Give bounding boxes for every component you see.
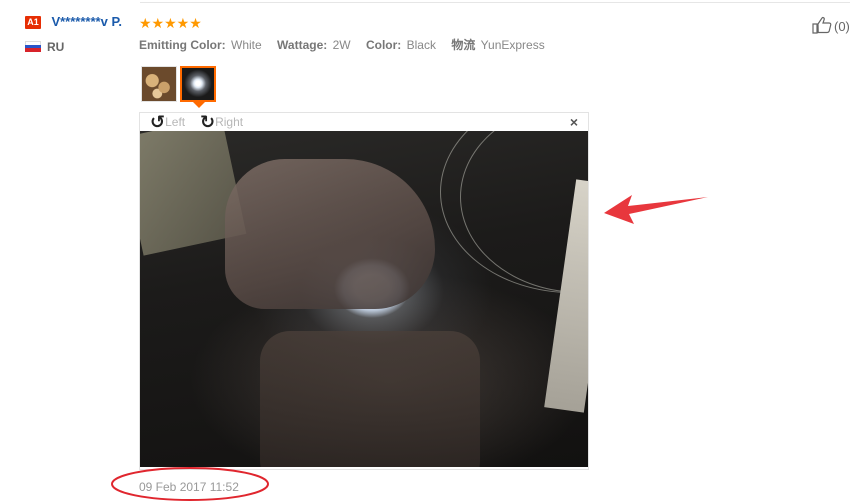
review-photo-thumbnail[interactable] <box>141 66 177 102</box>
selected-caret-icon <box>193 102 205 108</box>
rotate-left-button[interactable]: ↺Left <box>150 113 185 131</box>
annotation-ellipse-icon <box>111 467 269 501</box>
rotate-right-icon: ↻ <box>200 112 216 132</box>
review-photo-large <box>140 131 588 467</box>
helpful-button[interactable]: (0) <box>812 16 850 34</box>
attribute: 物流 YunExpress <box>451 38 545 52</box>
review-body: ★★★★★ Emitting Color: White Wattage: 2W … <box>139 14 759 54</box>
image-viewer: ↺Left ↻Right × <box>139 112 589 470</box>
attribute: Color: Black <box>365 38 436 52</box>
annotation-arrow-icon <box>604 195 708 224</box>
divider <box>140 2 850 3</box>
review-photo-thumbnail-selected[interactable] <box>180 66 216 102</box>
russia-flag-icon <box>25 41 41 52</box>
buyer-name-link[interactable]: V********v P. <box>51 14 133 30</box>
rotate-right-button[interactable]: ↻Right <box>200 113 243 131</box>
star-rating: ★★★★★ <box>139 15 202 31</box>
close-viewer-button[interactable]: × <box>570 115 578 129</box>
buyer-info: A1 V********v P. RU <box>25 14 135 54</box>
viewer-toolbar: ↺Left ↻Right × <box>140 113 588 131</box>
attribute: Wattage: 2W <box>277 38 351 52</box>
country-code: RU <box>47 40 65 54</box>
rotate-left-icon: ↺ <box>150 112 166 132</box>
attribute: Emitting Color: White <box>139 38 262 52</box>
buyer-country: RU <box>25 40 135 54</box>
review-attributes: Emitting Color: White Wattage: 2W Color:… <box>139 36 759 54</box>
thumbs-up-icon <box>812 17 832 34</box>
helpful-count: (0) <box>834 19 850 34</box>
buyer-level-badge: A1 <box>25 16 41 29</box>
